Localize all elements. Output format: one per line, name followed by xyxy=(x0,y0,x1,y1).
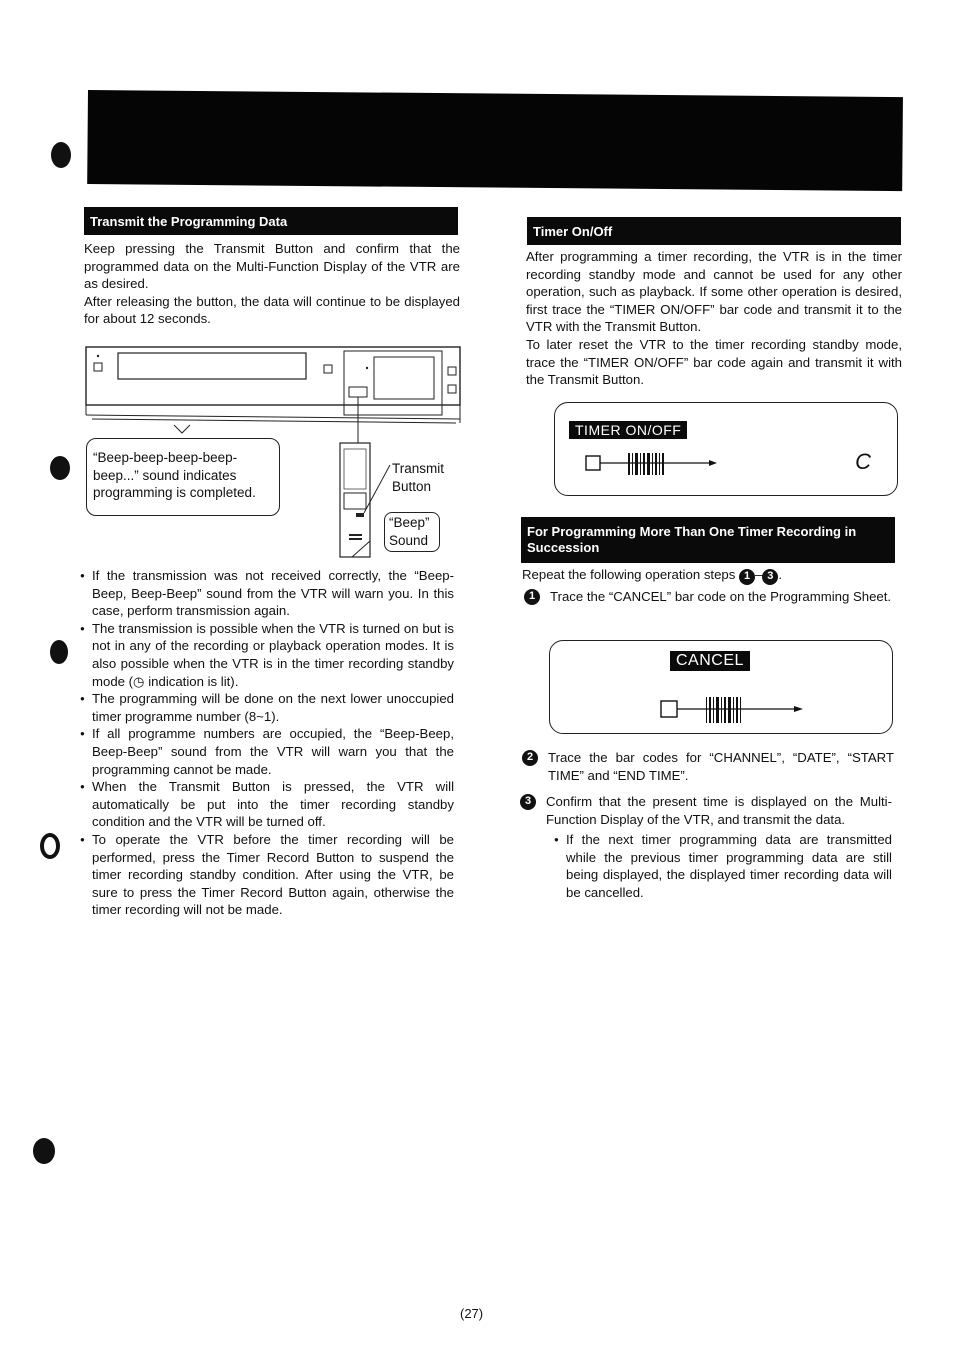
step-number-icon: 1 xyxy=(524,589,540,605)
succession-intro: Repeat the following operation steps 1–3… xyxy=(522,566,902,585)
label-line: Button xyxy=(392,479,432,494)
binding-hole-icon xyxy=(50,640,68,664)
intro-text: Repeat the following operation steps xyxy=(522,567,736,582)
step-3: 3 Confirm that the present time is displ… xyxy=(520,793,892,902)
section-heading-transmit: Transmit the Programming Data xyxy=(84,207,458,235)
heading-text: Timer On/Off xyxy=(533,223,613,239)
beep-sound-bubble: “Beep” Sound xyxy=(384,512,440,552)
step-text: Confirm that the present time is display… xyxy=(546,794,892,827)
note-item: When the Transmit Button is pressed, the… xyxy=(80,778,454,831)
heading-text: Transmit the Programming Data xyxy=(90,213,288,229)
page-header-banner xyxy=(87,90,903,192)
binding-hole-icon xyxy=(50,456,70,480)
display-readout: C xyxy=(855,449,871,474)
timer-paragraph: To later reset the VTR to the timer reco… xyxy=(526,336,902,388)
note-item: If all programme numbers are occupied, t… xyxy=(80,725,454,778)
note-item: The transmission is possible when the VT… xyxy=(80,620,454,690)
label-line: Sound xyxy=(389,533,429,548)
section-heading-timer: Timer On/Off xyxy=(527,217,901,245)
note-item: The programming will be done on the next… xyxy=(80,690,454,725)
timer-paragraphs: After programming a timer recording, the… xyxy=(526,248,902,389)
section-heading-succession: For Programming More Than One Timer Reco… xyxy=(521,517,895,563)
step-1: 1 Trace the “CANCEL” bar code on the Pro… xyxy=(524,588,896,606)
step-number-icon: 1 xyxy=(739,568,756,585)
step-text: Trace the bar codes for “CHANNEL”, “DATE… xyxy=(548,750,894,783)
beep-callout-bubble: “Beep-beep-beep-beep-beep...” sound indi… xyxy=(86,438,280,516)
barcode-icon xyxy=(660,697,803,723)
label-line: Transmit xyxy=(392,461,445,476)
label-line: “Beep” xyxy=(389,515,430,530)
note-item: To operate the VTR before the timer reco… xyxy=(80,831,454,919)
binding-hole-icon xyxy=(51,142,71,168)
step-number-icon: 3 xyxy=(520,794,536,810)
step-number-icon: 3 xyxy=(762,568,779,585)
transmit-intro: Keep pressing the Transmit Button and co… xyxy=(84,240,460,328)
timer-barcode-card: TIMER ON/OFF C xyxy=(554,402,898,496)
step-2: 2 Trace the bar codes for “CHANNEL”, “DA… xyxy=(522,749,894,784)
cancel-barcode-label: CANCEL xyxy=(670,651,750,671)
intro-paragraph: After releasing the button, the data wil… xyxy=(84,293,460,327)
cancel-barcode-card: CANCEL xyxy=(549,640,893,734)
page-number: (27) xyxy=(460,1306,484,1321)
note-item: If the transmission was not received cor… xyxy=(80,567,454,620)
binding-hole-icon xyxy=(40,833,60,859)
transmit-notes: If the transmission was not received cor… xyxy=(80,567,454,919)
heading-text: For Programming More Than One Timer Reco… xyxy=(527,524,857,555)
transmit-button-label: Transmit Button xyxy=(392,460,444,496)
step-3-note: If the next timer programming data are t… xyxy=(554,831,892,901)
bubble-text: “Beep-beep-beep-beep-beep...” sound indi… xyxy=(93,450,256,501)
step-number-icon: 2 xyxy=(522,750,538,766)
step-text: Trace the “CANCEL” bar code on the Progr… xyxy=(550,589,892,604)
intro-paragraph: Keep pressing the Transmit Button and co… xyxy=(84,241,460,292)
binding-hole-icon xyxy=(33,1138,55,1164)
barcode-icon xyxy=(585,453,717,475)
timer-paragraph: After programming a timer recording, the… xyxy=(526,249,902,335)
timer-barcode-label: TIMER ON/OFF xyxy=(569,421,688,439)
